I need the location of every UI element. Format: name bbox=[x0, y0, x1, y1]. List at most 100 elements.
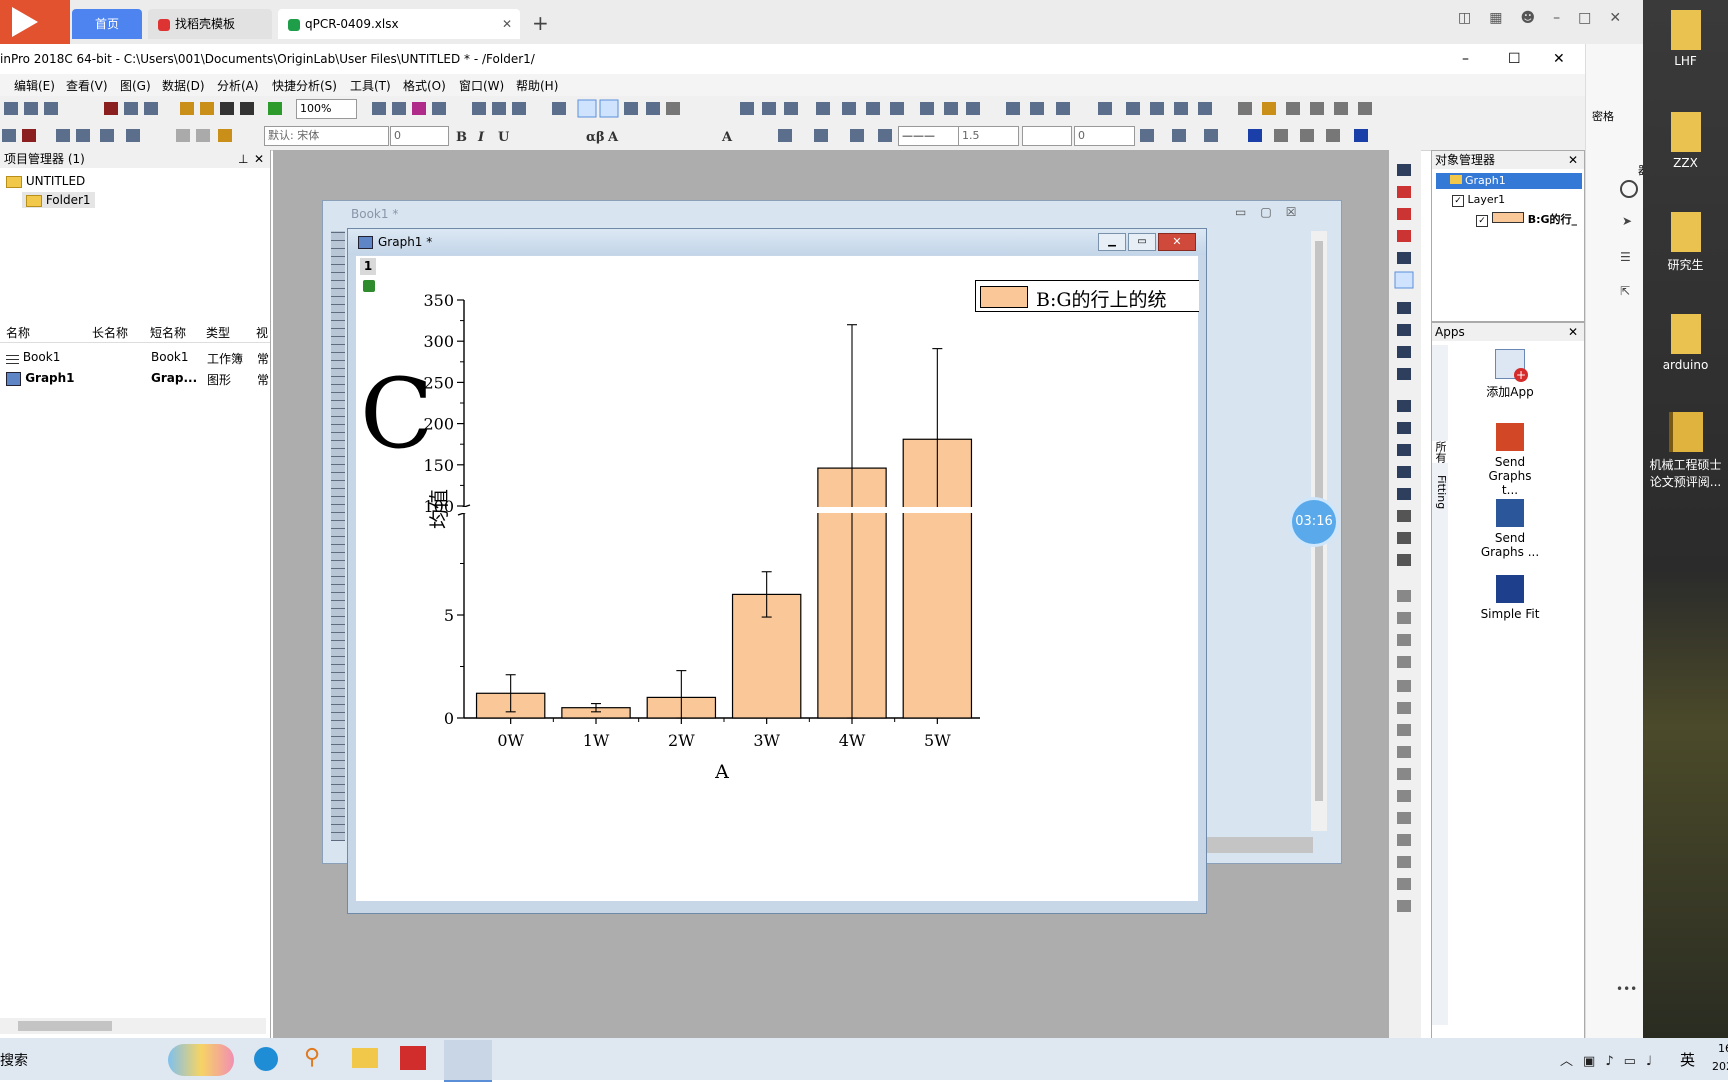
desktop-icon[interactable]: LHF bbox=[1643, 10, 1728, 68]
window-close-icon[interactable]: ✕ bbox=[1553, 44, 1565, 74]
scroll-thumb[interactable] bbox=[18, 1021, 112, 1031]
checkbox-icon[interactable]: ✓ bbox=[1452, 195, 1464, 207]
checkbox-icon[interactable]: ✓ bbox=[1476, 215, 1488, 227]
angle-select[interactable]: 0 bbox=[1074, 126, 1135, 146]
list-item[interactable]: Graph1 Grap... 图形 常 bbox=[6, 371, 270, 387]
minimize-icon[interactable]: ▭ bbox=[1235, 205, 1260, 219]
restore-icon[interactable]: ▭ bbox=[1128, 233, 1156, 251]
wps-icon[interactable] bbox=[400, 1046, 426, 1070]
timer-badge[interactable]: 03:16 bbox=[1292, 500, 1336, 544]
maximize-icon[interactable]: □ bbox=[1578, 10, 1609, 26]
desktop-icon-label: 研究生 bbox=[1667, 258, 1704, 272]
taskbar-search[interactable]: 搜索 bbox=[0, 1050, 28, 1070]
fill-select[interactable] bbox=[1022, 126, 1072, 146]
tray-icons: ︿▣♪▭♩ bbox=[1560, 1050, 1662, 1069]
close-icon[interactable]: ✕ bbox=[1158, 233, 1196, 251]
list-item[interactable]: Book1 Book1 工作簿 常 bbox=[6, 350, 270, 366]
format-toolbar: BIU αβ A A 默认: 宋体 0 ——— 1.5 0 bbox=[0, 122, 1585, 151]
ime-indicator[interactable]: 英 bbox=[1680, 1049, 1695, 1070]
desktop-icon[interactable]: ZZX bbox=[1643, 112, 1728, 170]
close-icon[interactable]: ✕ bbox=[1609, 10, 1639, 26]
sliders-icon[interactable]: ☰ bbox=[1620, 250, 1631, 264]
close-panel-icon[interactable]: ✕ bbox=[254, 150, 264, 168]
chevron-up-icon[interactable]: ︿ bbox=[1560, 1054, 1583, 1069]
tree-folder1[interactable]: Folder1 bbox=[22, 192, 95, 208]
layout-icon[interactable]: ◫ bbox=[1458, 10, 1489, 26]
menu-format[interactable]: 格式(O) bbox=[403, 77, 446, 94]
svg-text:A: A bbox=[721, 130, 733, 145]
x-tick-label: 5W bbox=[924, 731, 951, 750]
tab-all[interactable]: 所有 bbox=[1432, 441, 1448, 463]
close-panel-icon[interactable]: ✕ bbox=[1568, 323, 1578, 341]
menu-help[interactable]: 帮助(H) bbox=[516, 77, 558, 94]
col-long-name[interactable]: 长名称 bbox=[92, 324, 128, 341]
browser-tab-bar: 首页 找稻壳模板 qPCR-0409.xlsx ✕ + ◫▦☻–□✕ bbox=[0, 0, 1643, 44]
menu-edit[interactable]: 编辑(E) bbox=[14, 77, 55, 94]
desktop-icon[interactable]: 机械工程硕士论文预评阅... bbox=[1643, 412, 1728, 490]
object-layer[interactable]: ✓ Layer1 bbox=[1452, 193, 1505, 207]
menu-data[interactable]: 数据(D) bbox=[162, 77, 205, 94]
menu-view[interactable]: 查看(V) bbox=[66, 77, 108, 94]
battery-icon[interactable]: ▭ bbox=[1624, 1054, 1646, 1069]
tab-home[interactable]: 首页 bbox=[72, 9, 142, 39]
expand-icon[interactable]: ⇱ bbox=[1620, 284, 1630, 298]
app-tray-icon[interactable]: ▣ bbox=[1583, 1054, 1605, 1069]
horizontal-scrollbar[interactable] bbox=[0, 1018, 266, 1034]
user-icon[interactable]: ☻ bbox=[1520, 10, 1553, 26]
menu-window[interactable]: 窗口(W) bbox=[459, 77, 504, 94]
font-select[interactable]: 默认: 宋体 bbox=[264, 126, 389, 146]
tree-root[interactable]: UNTITLED bbox=[6, 174, 85, 188]
font-size-select[interactable]: 0 bbox=[390, 126, 449, 146]
minimize-icon[interactable]: ▁ bbox=[1098, 233, 1126, 251]
line-width-select[interactable]: 1.5 bbox=[958, 126, 1019, 146]
y-tick-label: 200 bbox=[423, 415, 454, 434]
tab-xlsx[interactable]: qPCR-0409.xlsx ✕ bbox=[278, 9, 520, 39]
col-short-name[interactable]: 短名称 bbox=[150, 324, 186, 341]
menu-quick-analysis[interactable]: 快捷分析(S) bbox=[272, 77, 337, 94]
window-minimize-icon[interactable]: – bbox=[1462, 44, 1469, 74]
app-logo[interactable] bbox=[0, 0, 70, 44]
grid-icon[interactable]: ▦ bbox=[1489, 10, 1520, 26]
app-item[interactable]: Simple Fit bbox=[1460, 575, 1560, 621]
more-icon[interactable]: ••• bbox=[1616, 982, 1637, 996]
menu-graph[interactable]: 图(G) bbox=[120, 77, 151, 94]
app-item[interactable]: + 添加App bbox=[1460, 349, 1560, 400]
graph-page[interactable]: 1 C B:G的行上的统 100 150 200 250 300 350 0 5 0W 1W 2W 3… bbox=[356, 256, 1199, 901]
zoom-select[interactable]: 100% bbox=[296, 99, 357, 119]
close-panel-icon[interactable]: ✕ bbox=[1568, 151, 1578, 169]
app-item[interactable]: Send Graphs t... bbox=[1460, 423, 1560, 497]
col-name[interactable]: 名称 bbox=[6, 324, 30, 341]
edge-icon[interactable] bbox=[254, 1047, 278, 1071]
desktop-icon[interactable]: 研究生 bbox=[1643, 212, 1728, 273]
x-tick-label: 4W bbox=[839, 731, 866, 750]
search-icon[interactable]: ⚲ bbox=[304, 1045, 320, 1070]
mic-icon[interactable]: ♩ bbox=[1646, 1054, 1662, 1069]
cursor-icon[interactable]: ➤ bbox=[1622, 214, 1632, 228]
object-graph[interactable]: Graph1 bbox=[1436, 173, 1582, 189]
restore-icon[interactable]: ▢ bbox=[1260, 205, 1285, 219]
app-item[interactable]: Send Graphs ... bbox=[1460, 499, 1560, 559]
rocket-icon[interactable] bbox=[1620, 180, 1638, 198]
close-icon[interactable]: ☒ bbox=[1286, 205, 1311, 219]
menu-analysis[interactable]: 分析(A) bbox=[217, 77, 259, 94]
object-plot[interactable]: ✓ B:G的行_ bbox=[1476, 211, 1577, 227]
origin-taskbar-icon[interactable] bbox=[444, 1040, 492, 1082]
minimize-icon[interactable]: – bbox=[1553, 10, 1578, 26]
clock-date[interactable]: 202 bbox=[1712, 1060, 1728, 1073]
desktop-icon[interactable]: arduino bbox=[1643, 314, 1728, 372]
volume-icon[interactable]: ♪ bbox=[1605, 1054, 1623, 1069]
pin-icon[interactable]: ⊥ bbox=[238, 150, 248, 168]
tab-fitting[interactable]: Fitting bbox=[1432, 475, 1448, 509]
line-style-select[interactable]: ——— bbox=[898, 126, 959, 146]
col-type[interactable]: 类型 bbox=[206, 324, 230, 341]
close-tab-icon[interactable]: ✕ bbox=[502, 9, 512, 39]
clock-time[interactable]: 16 bbox=[1718, 1042, 1728, 1055]
folder-icon bbox=[1670, 314, 1701, 354]
window-maximize-icon[interactable]: ☐ bbox=[1508, 44, 1521, 74]
file-explorer-icon[interactable] bbox=[352, 1048, 378, 1068]
col-view[interactable]: 视 bbox=[256, 324, 268, 341]
new-tab-button[interactable]: + bbox=[532, 11, 549, 35]
menu-tools[interactable]: 工具(T) bbox=[350, 77, 391, 94]
tab-template[interactable]: 找稻壳模板 bbox=[148, 9, 272, 39]
graph-icon bbox=[6, 371, 21, 386]
